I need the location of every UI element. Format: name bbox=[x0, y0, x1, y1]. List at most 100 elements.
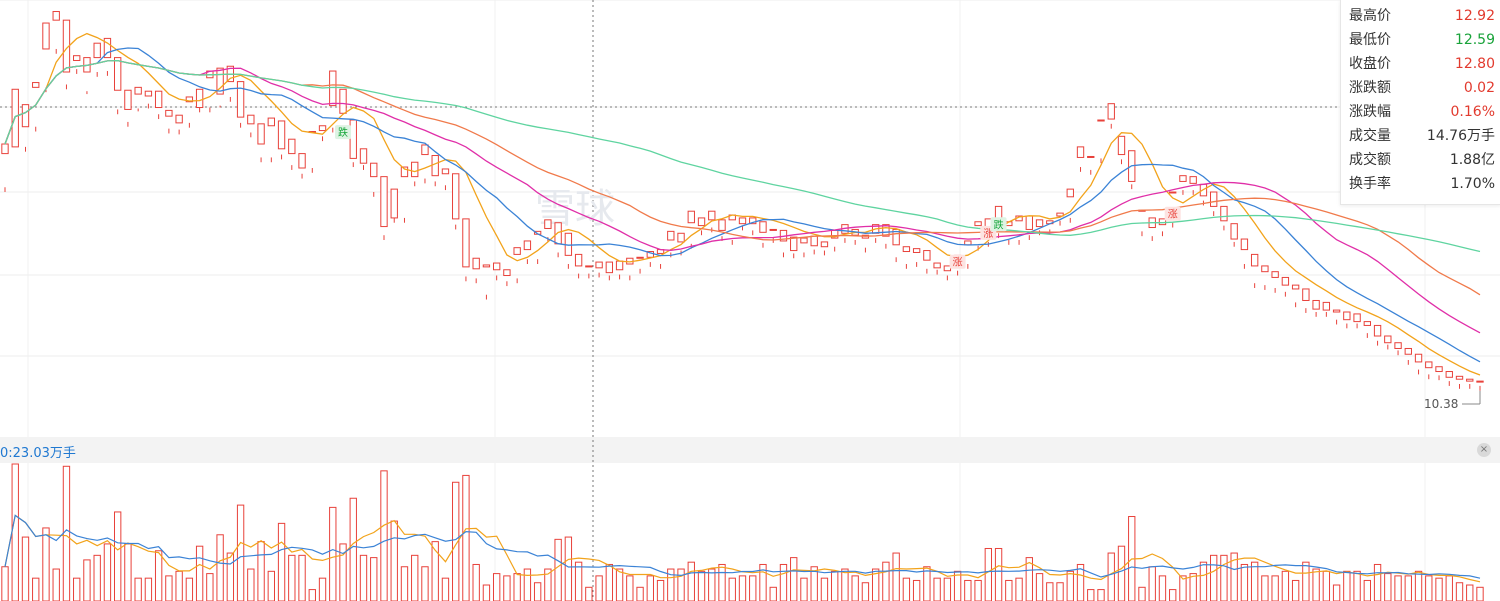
volume-bar bbox=[462, 474, 470, 601]
volume-bar bbox=[882, 561, 890, 601]
candle-body bbox=[1250, 253, 1259, 267]
volume-bar bbox=[943, 577, 952, 601]
candle-body bbox=[943, 265, 952, 272]
candle-body bbox=[503, 269, 511, 277]
candle-body bbox=[277, 120, 286, 150]
volume-bar bbox=[574, 561, 583, 601]
volume-bar bbox=[1414, 570, 1423, 601]
volume-bar bbox=[247, 568, 255, 601]
candle-body bbox=[1076, 146, 1085, 158]
volume-bar bbox=[1066, 570, 1074, 601]
candle-body bbox=[605, 261, 614, 274]
volume-bar bbox=[1148, 566, 1156, 601]
info-label: 成交量 bbox=[1349, 128, 1391, 144]
candle-body bbox=[574, 253, 583, 267]
volume-bar bbox=[318, 577, 327, 601]
candle-body bbox=[267, 117, 275, 127]
info-label: 成交额 bbox=[1349, 152, 1391, 168]
volume-bar bbox=[718, 563, 726, 601]
info-label: 涨跌幅 bbox=[1349, 104, 1391, 120]
candle-body bbox=[1414, 353, 1423, 363]
ma20-line bbox=[4, 59, 1481, 334]
candle-body bbox=[124, 89, 132, 110]
volume-bar bbox=[267, 570, 275, 601]
volume-bar bbox=[595, 575, 603, 601]
volume-bars bbox=[1, 463, 1484, 601]
volume-bar bbox=[636, 586, 644, 601]
volume-bar bbox=[52, 568, 60, 601]
volume-bar bbox=[134, 577, 142, 601]
volume-bar bbox=[421, 566, 429, 601]
close-volume-icon[interactable]: × bbox=[1477, 443, 1491, 457]
volume-bar bbox=[585, 586, 593, 601]
candle-body bbox=[1261, 265, 1269, 273]
marker-text: 涨 bbox=[1168, 209, 1178, 221]
candle-body bbox=[1220, 205, 1228, 222]
candle-body bbox=[329, 70, 337, 107]
candle-body bbox=[359, 148, 368, 164]
volume-bar bbox=[892, 552, 900, 601]
volume-bar bbox=[1281, 570, 1290, 601]
candle-body bbox=[247, 114, 255, 125]
volume-bar bbox=[1117, 545, 1126, 601]
candle-body bbox=[974, 221, 982, 227]
volume-bar bbox=[175, 570, 183, 601]
candle-body bbox=[462, 218, 470, 268]
candle-body bbox=[810, 235, 818, 247]
candle-body bbox=[820, 241, 829, 248]
volume-bar bbox=[370, 557, 378, 601]
candle-body bbox=[370, 162, 378, 178]
candle-body bbox=[1087, 155, 1095, 158]
volume-bar bbox=[923, 566, 931, 601]
volume-moving-averages bbox=[4, 514, 1481, 583]
candle-body bbox=[380, 176, 388, 228]
candle-body bbox=[718, 219, 726, 231]
volume-bar bbox=[226, 552, 235, 601]
candle-body bbox=[1271, 271, 1279, 278]
volume-bar bbox=[851, 575, 859, 601]
candle-body bbox=[1281, 276, 1290, 286]
volume-bar bbox=[472, 563, 480, 601]
volume-bar bbox=[93, 554, 101, 601]
candle-body bbox=[636, 256, 644, 259]
volume-bar bbox=[800, 577, 808, 601]
volume-bar bbox=[1445, 575, 1453, 601]
volume-bar bbox=[697, 570, 706, 601]
volume-bar bbox=[1210, 554, 1218, 601]
volume-bar bbox=[73, 577, 81, 601]
candle-body bbox=[1435, 366, 1443, 373]
candle-body bbox=[298, 153, 306, 169]
volume-bar bbox=[861, 582, 870, 601]
quote-info-panel: 最高价 12.92 最低价 12.59 收盘价 12.80 涨跌额 0.02 涨跌幅 0.16% 成… bbox=[1340, 0, 1500, 205]
candle-body bbox=[1466, 378, 1474, 382]
volume-bar bbox=[749, 575, 757, 601]
candle-body bbox=[1425, 361, 1433, 369]
candlesticks bbox=[1, 11, 1484, 391]
candle-body bbox=[1189, 176, 1197, 184]
volume-bar bbox=[1302, 561, 1310, 601]
candle-body bbox=[912, 248, 921, 253]
volume-bar bbox=[1189, 573, 1197, 601]
info-row: 涨跌额 0.02 bbox=[1349, 76, 1495, 100]
volume-bar bbox=[288, 554, 296, 601]
marker-text: 涨 bbox=[953, 257, 963, 269]
volume-bar bbox=[656, 579, 665, 601]
volume-bar bbox=[195, 545, 204, 601]
candle-body bbox=[1332, 309, 1341, 313]
volume-bar bbox=[1220, 554, 1228, 601]
candle-body bbox=[1363, 321, 1372, 326]
candle-body bbox=[697, 217, 706, 227]
volume-bar bbox=[1455, 582, 1464, 601]
marker-text: 跌 bbox=[338, 126, 348, 139]
volume-bar bbox=[1097, 589, 1105, 601]
volume-bar bbox=[42, 527, 50, 601]
volume-bar bbox=[492, 573, 501, 601]
volume-bar bbox=[359, 554, 368, 601]
volume-bar bbox=[1312, 568, 1320, 601]
candle-body bbox=[523, 240, 532, 251]
info-label: 换手率 bbox=[1349, 176, 1391, 192]
candle-body bbox=[318, 125, 327, 132]
volume-bar bbox=[482, 584, 491, 601]
volume-bar bbox=[154, 550, 163, 601]
stock-chart[interactable]: 雪球 跌涨涨跌涨 10.38 bbox=[0, 0, 1500, 601]
